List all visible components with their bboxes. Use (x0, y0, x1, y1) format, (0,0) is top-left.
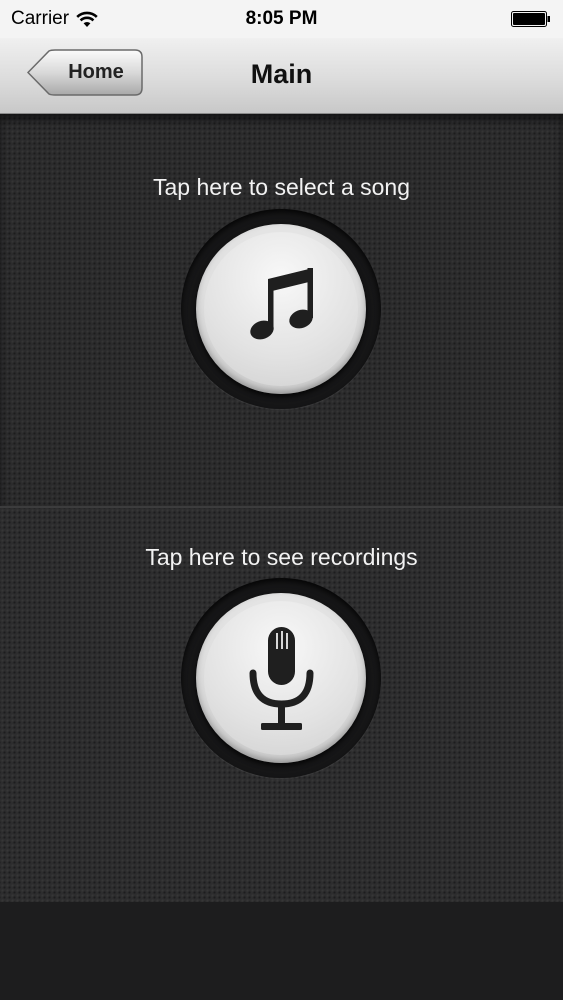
battery-icon (511, 11, 550, 27)
recordings-button-well (181, 578, 381, 778)
select-song-label: Tap here to select a song (153, 174, 410, 200)
page-title: Main (250, 59, 313, 89)
song-button-well (181, 209, 381, 409)
status-time: 8:05 PM (245, 8, 318, 29)
status-bar: Carrier 8:05 PM (0, 0, 563, 38)
recordings-label: Tap here to see recordings (145, 544, 418, 570)
recordings-panel[interactable]: Tap here to see recordings (0, 506, 563, 902)
see-recordings-button[interactable] (196, 593, 366, 763)
music-note-icon (250, 268, 313, 340)
select-song-panel[interactable]: Tap here to select a song (0, 114, 563, 506)
navigation-bar: Home Main (0, 38, 563, 114)
select-song-button[interactable] (196, 224, 366, 394)
microphone-icon (249, 627, 314, 730)
bottom-toolbar (0, 902, 563, 1000)
